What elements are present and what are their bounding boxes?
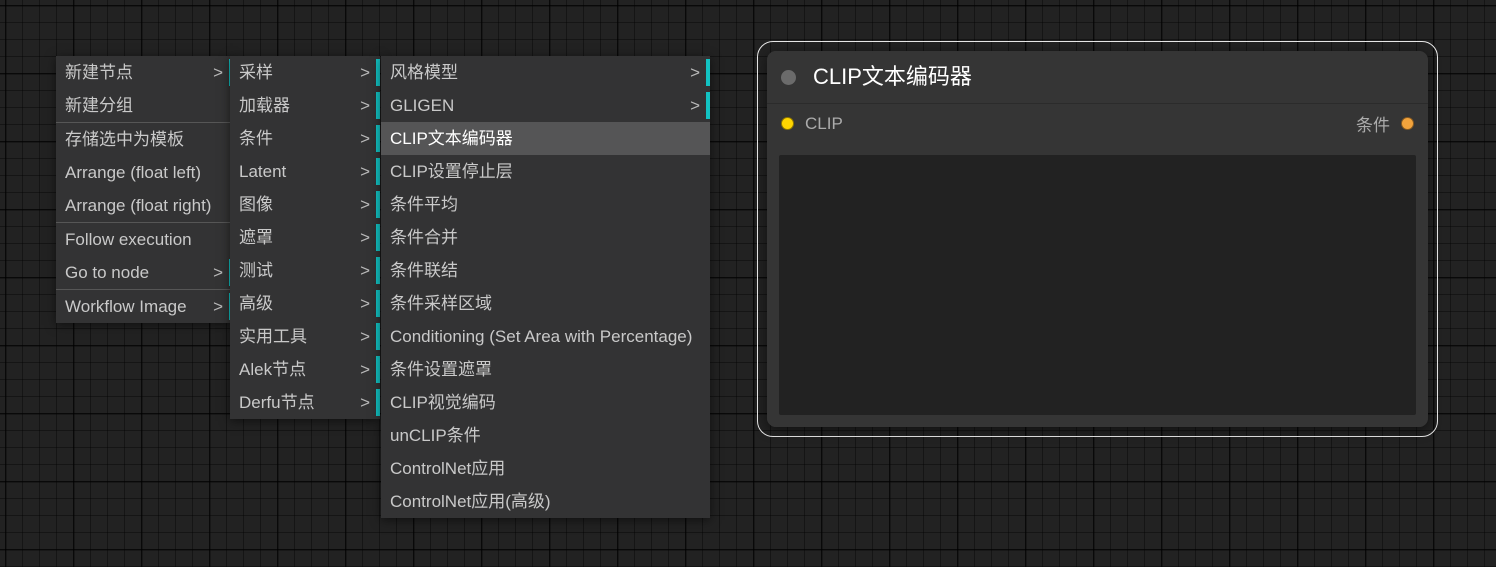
- menu-item-label: ControlNet应用(高级): [390, 492, 551, 511]
- menu-item-sampling[interactable]: 采样 >: [230, 56, 380, 89]
- menu-item-conditioning-average[interactable]: 条件平均: [381, 188, 710, 221]
- input-slot-label: CLIP: [805, 113, 843, 133]
- chevron-right-icon: >: [213, 297, 223, 316]
- menu-item-loaders[interactable]: 加载器 >: [230, 89, 380, 122]
- output-slot-label: 条件: [1356, 116, 1390, 135]
- menu-item-advanced[interactable]: 高级 >: [230, 287, 380, 320]
- menu-item-label: 风格模型: [390, 63, 458, 82]
- menu-item-label: 实用工具: [239, 327, 307, 346]
- output-slot-dot-icon[interactable]: [1401, 117, 1414, 130]
- menu-item-conditioning-set-area-percentage[interactable]: Conditioning (Set Area with Percentage): [381, 320, 710, 353]
- menu-item-label: 采样: [239, 63, 273, 82]
- chevron-right-icon: >: [360, 228, 370, 247]
- chevron-right-icon: >: [213, 263, 223, 282]
- menu-item-alek-nodes[interactable]: Alek节点 >: [230, 353, 380, 386]
- menu-item-label: CLIP文本编码器: [390, 129, 513, 148]
- menu-item-label: 条件联结: [390, 261, 458, 280]
- chevron-right-icon: >: [360, 294, 370, 313]
- menu-item-workflow-image[interactable]: Workflow Image >: [56, 290, 233, 323]
- menu-item-label: 条件采样区域: [390, 294, 492, 313]
- clip-text-encode-node[interactable]: CLIP文本编码器 CLIP 条件: [757, 41, 1438, 437]
- menu-item-label: Workflow Image: [65, 297, 187, 316]
- menu-item-label: 图像: [239, 195, 273, 214]
- menu-item-label: Arrange (float right): [65, 196, 212, 215]
- menu-item-label: ControlNet应用: [390, 459, 506, 478]
- menu-item-latent[interactable]: Latent >: [230, 155, 380, 188]
- menu-item-label: 条件合并: [390, 228, 458, 247]
- menu-item-label: Go to node: [65, 263, 150, 282]
- menu-item-label: CLIP视觉编码: [390, 393, 496, 412]
- node-body: [767, 143, 1428, 427]
- chevron-right-icon: >: [690, 63, 700, 82]
- menu-item-label: Conditioning (Set Area with Percentage): [390, 327, 693, 346]
- menu-item-label: Follow execution: [65, 230, 192, 249]
- node-slot-row: CLIP 条件: [767, 104, 1428, 143]
- chevron-right-icon: >: [360, 360, 370, 379]
- menu-item-label: 测试: [239, 261, 273, 280]
- menu-item-label: unCLIP条件: [390, 426, 481, 445]
- menu-item-conditioning-concat[interactable]: 条件联结: [381, 254, 710, 287]
- chevron-right-icon: >: [360, 96, 370, 115]
- menu-item-label: 条件平均: [390, 195, 458, 214]
- menu-item-testing[interactable]: 测试 >: [230, 254, 380, 287]
- menu-item-new-node[interactable]: 新建节点 >: [56, 56, 233, 89]
- menu-item-go-to-node[interactable]: Go to node >: [56, 256, 233, 289]
- menu-item-gligen[interactable]: GLIGEN >: [381, 89, 710, 122]
- node-title-bar[interactable]: CLIP文本编码器: [767, 51, 1428, 104]
- menu-item-label: Derfu节点: [239, 393, 315, 412]
- menu-item-label: 高级: [239, 294, 273, 313]
- menu-item-label: Arrange (float left): [65, 163, 202, 182]
- menu-item-label: 遮罩: [239, 228, 273, 247]
- menu-item-arrange-float-left[interactable]: Arrange (float left): [56, 156, 233, 189]
- node-title: CLIP文本编码器: [813, 64, 972, 89]
- menu-item-label: Alek节点: [239, 360, 307, 379]
- chevron-right-icon: >: [690, 96, 700, 115]
- menu-item-conditioning[interactable]: 条件 >: [230, 122, 380, 155]
- menu-item-clip-vision-encode[interactable]: CLIP视觉编码: [381, 386, 710, 419]
- chevron-right-icon: >: [360, 327, 370, 346]
- menu-item-mask[interactable]: 遮罩 >: [230, 221, 380, 254]
- menu-item-arrange-float-right[interactable]: Arrange (float right): [56, 189, 233, 222]
- input-slot-dot-icon[interactable]: [781, 117, 794, 130]
- menu-item-label: Latent: [239, 162, 287, 181]
- menu-item-utils[interactable]: 实用工具 >: [230, 320, 380, 353]
- prompt-text-input[interactable]: [779, 155, 1416, 415]
- menu-item-label: CLIP设置停止层: [390, 162, 513, 181]
- chevron-right-icon: >: [360, 195, 370, 214]
- menu-item-label: 条件: [239, 129, 273, 148]
- menu-item-label: 条件设置遮罩: [390, 360, 492, 379]
- menu-item-conditioning-combine[interactable]: 条件合并: [381, 221, 710, 254]
- menu-item-follow-execution[interactable]: Follow execution: [56, 223, 233, 256]
- menu-item-save-selected-as-template[interactable]: 存储选中为模板: [56, 123, 233, 156]
- context-menu-conditioning-nodes[interactable]: 风格模型 > GLIGEN > CLIP文本编码器 CLIP设置停止层 条件平均…: [381, 56, 710, 518]
- menu-item-new-group[interactable]: 新建分组: [56, 89, 233, 122]
- context-menu-categories[interactable]: 采样 > 加载器 > 条件 > Latent > 图像 > 遮罩 > 测试 > …: [230, 56, 380, 419]
- menu-item-unclip-conditioning[interactable]: unCLIP条件: [381, 419, 710, 452]
- chevron-right-icon: >: [360, 162, 370, 181]
- collapse-toggle-icon[interactable]: [781, 69, 796, 85]
- menu-item-image[interactable]: 图像 >: [230, 188, 380, 221]
- menu-item-controlnet-apply-advanced[interactable]: ControlNet应用(高级): [381, 485, 710, 518]
- menu-item-style-model[interactable]: 风格模型 >: [381, 56, 710, 89]
- menu-item-clip-set-last-layer[interactable]: CLIP设置停止层: [381, 155, 710, 188]
- menu-item-label: 新建分组: [65, 96, 133, 115]
- context-menu-root[interactable]: 新建节点 > 新建分组 存储选中为模板 Arrange (float left)…: [56, 56, 233, 323]
- menu-item-label: GLIGEN: [390, 96, 455, 115]
- chevron-right-icon: >: [360, 393, 370, 412]
- chevron-right-icon: >: [213, 63, 223, 82]
- menu-item-controlnet-apply[interactable]: ControlNet应用: [381, 452, 710, 485]
- menu-item-conditioning-set-area[interactable]: 条件采样区域: [381, 287, 710, 320]
- node-output-conditioning[interactable]: 条件: [1356, 104, 1414, 143]
- chevron-right-icon: >: [360, 261, 370, 280]
- menu-item-conditioning-set-mask[interactable]: 条件设置遮罩: [381, 353, 710, 386]
- menu-item-label: 加载器: [239, 96, 290, 115]
- chevron-right-icon: >: [360, 63, 370, 82]
- node-input-clip[interactable]: CLIP: [781, 104, 843, 143]
- menu-item-label: 存储选中为模板: [65, 130, 184, 149]
- menu-item-derfu-nodes[interactable]: Derfu节点 >: [230, 386, 380, 419]
- menu-item-clip-text-encode[interactable]: CLIP文本编码器: [381, 122, 710, 155]
- chevron-right-icon: >: [360, 129, 370, 148]
- menu-item-label: 新建节点: [65, 63, 133, 82]
